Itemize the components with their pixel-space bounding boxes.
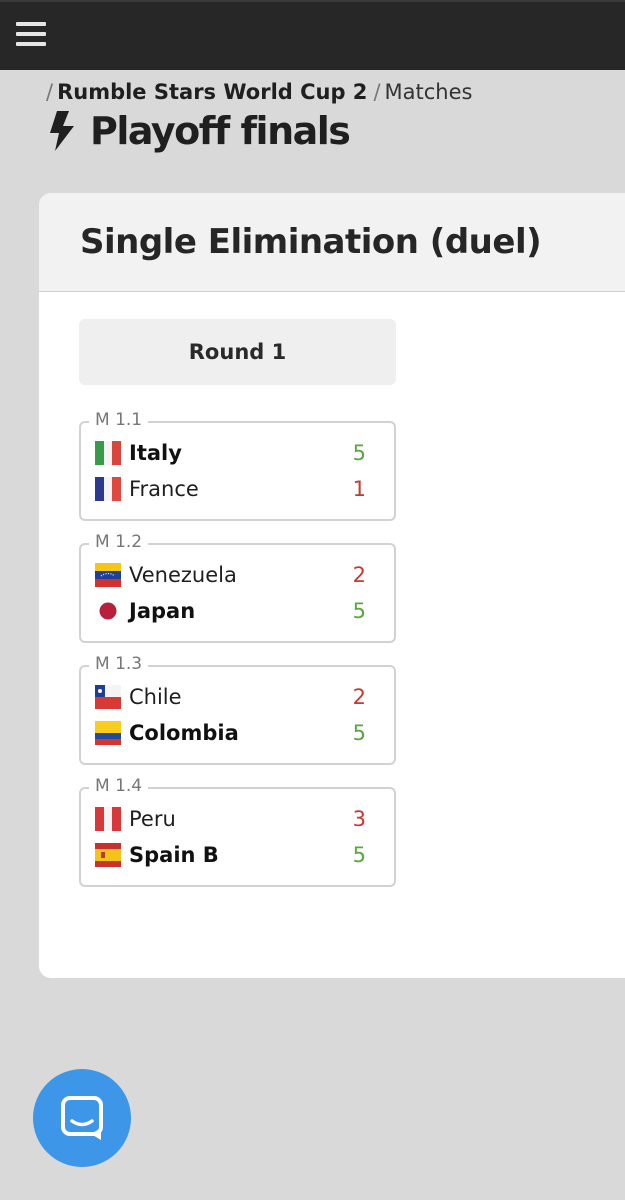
match-id: M 1.1	[89, 410, 149, 430]
team-name: France	[129, 477, 199, 501]
lightning-bolt-icon	[50, 111, 74, 151]
round-header: Round 1	[79, 319, 396, 385]
team-row: Spain B 5	[95, 840, 366, 870]
france-flag-icon	[95, 477, 121, 501]
team-name: Peru	[129, 807, 176, 831]
team-score: 2	[352, 685, 366, 709]
team-score: 2	[352, 563, 366, 587]
team-name: Japan	[129, 599, 196, 623]
team-name: Venezuela	[129, 563, 237, 587]
italy-flag-icon	[95, 441, 121, 465]
match-id: M 1.3	[89, 654, 149, 674]
team-score: 5	[352, 441, 366, 465]
team-name: Spain B	[129, 843, 219, 867]
breadcrumb-matches-link[interactable]: Matches	[385, 80, 473, 104]
team-row: France 1	[95, 474, 366, 504]
team-score: 5	[352, 599, 366, 623]
top-navigation-bar	[0, 0, 625, 70]
chile-flag-icon	[95, 685, 121, 709]
colombia-flag-icon	[95, 721, 121, 745]
chat-launcher-button[interactable]	[33, 1069, 131, 1167]
team-score: 1	[352, 477, 366, 501]
page-title: Playoff finals	[90, 109, 351, 153]
breadcrumb-tournament-link[interactable]: Rumble Stars World Cup 2	[57, 80, 367, 104]
team-row: Japan 5	[95, 596, 366, 626]
team-score: 3	[352, 807, 366, 831]
japan-flag-icon	[95, 599, 121, 623]
team-row: Colombia 5	[95, 718, 366, 748]
team-score: 5	[352, 843, 366, 867]
breadcrumb-separator: /	[373, 80, 381, 104]
breadcrumb-separator: /	[46, 80, 54, 104]
match-id: M 1.2	[89, 532, 149, 552]
team-name: Italy	[129, 441, 182, 465]
match-card[interactable]: M 1.4 Peru 3 Spain B 5	[79, 776, 396, 887]
venezuela-flag-icon	[95, 563, 121, 587]
team-score: 5	[352, 721, 366, 745]
team-row: Peru 3	[95, 804, 366, 834]
match-id: M 1.4	[89, 776, 149, 796]
topbar-divider	[0, 0, 625, 2]
match-card[interactable]: M 1.3 Chile 2 Colombia 5	[79, 654, 396, 765]
peru-flag-icon	[95, 807, 121, 831]
match-card[interactable]: M 1.2 Venezuela 2 Japan 5	[79, 532, 396, 643]
bracket-title: Single Elimination (duel)	[80, 222, 542, 262]
spain-flag-icon	[95, 843, 121, 867]
bracket-card-header: Single Elimination (duel)	[39, 193, 625, 292]
breadcrumb: / Rumble Stars World Cup 2/Matches	[46, 80, 472, 104]
team-name: Chile	[129, 685, 182, 709]
team-row: Chile 2	[95, 682, 366, 712]
hamburger-menu-icon[interactable]	[16, 22, 46, 46]
team-name: Colombia	[129, 721, 239, 745]
page-title-row: Playoff finals	[48, 106, 351, 156]
team-row: Venezuela 2	[95, 560, 366, 590]
bracket-card: Single Elimination (duel) Round 1 M 1.1 …	[39, 193, 625, 978]
match-card[interactable]: M 1.1 Italy 5 France 1	[79, 410, 396, 521]
team-row: Italy 5	[95, 438, 366, 468]
chat-bubble-icon	[61, 1096, 103, 1140]
